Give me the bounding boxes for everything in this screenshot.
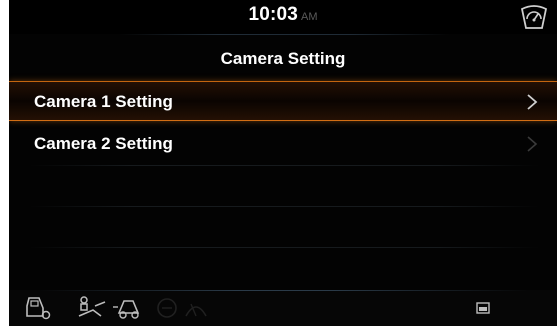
menu-item-label: Camera 2 Setting (34, 134, 173, 153)
row-divider (29, 165, 539, 166)
chevron-right-icon (527, 136, 538, 152)
menu-item-label: Camera 1 Setting (34, 92, 173, 111)
menu-item-camera-2[interactable]: Camera 2 Setting (9, 124, 557, 164)
machine-status-icon[interactable] (23, 294, 53, 322)
clock-ampm: AM (301, 11, 318, 23)
status-divider (119, 34, 449, 35)
status-bar: 10:03 AM (9, 0, 557, 34)
row-divider (29, 206, 539, 207)
auto-mode-icon[interactable] (111, 295, 145, 321)
clock: 10:03 AM (9, 4, 557, 26)
page-title: Camera Setting (220, 49, 346, 68)
lock-icon[interactable] (475, 300, 491, 316)
clock-time: 10:03 (248, 4, 299, 25)
menu-item-camera-1[interactable]: Camera 1 Setting (9, 81, 557, 121)
bottom-divider (39, 290, 529, 291)
bottom-bar (9, 290, 557, 326)
display-frame: 10:03 AM Camera Setting Camera 1 Setting … (9, 0, 557, 326)
operator-controls-icon[interactable] (75, 294, 111, 322)
gauge-icon[interactable] (519, 3, 549, 31)
row-divider (29, 247, 539, 248)
wiper-icon[interactable] (183, 296, 209, 320)
chevron-right-icon (527, 94, 538, 110)
work-light-icon[interactable] (155, 296, 179, 320)
